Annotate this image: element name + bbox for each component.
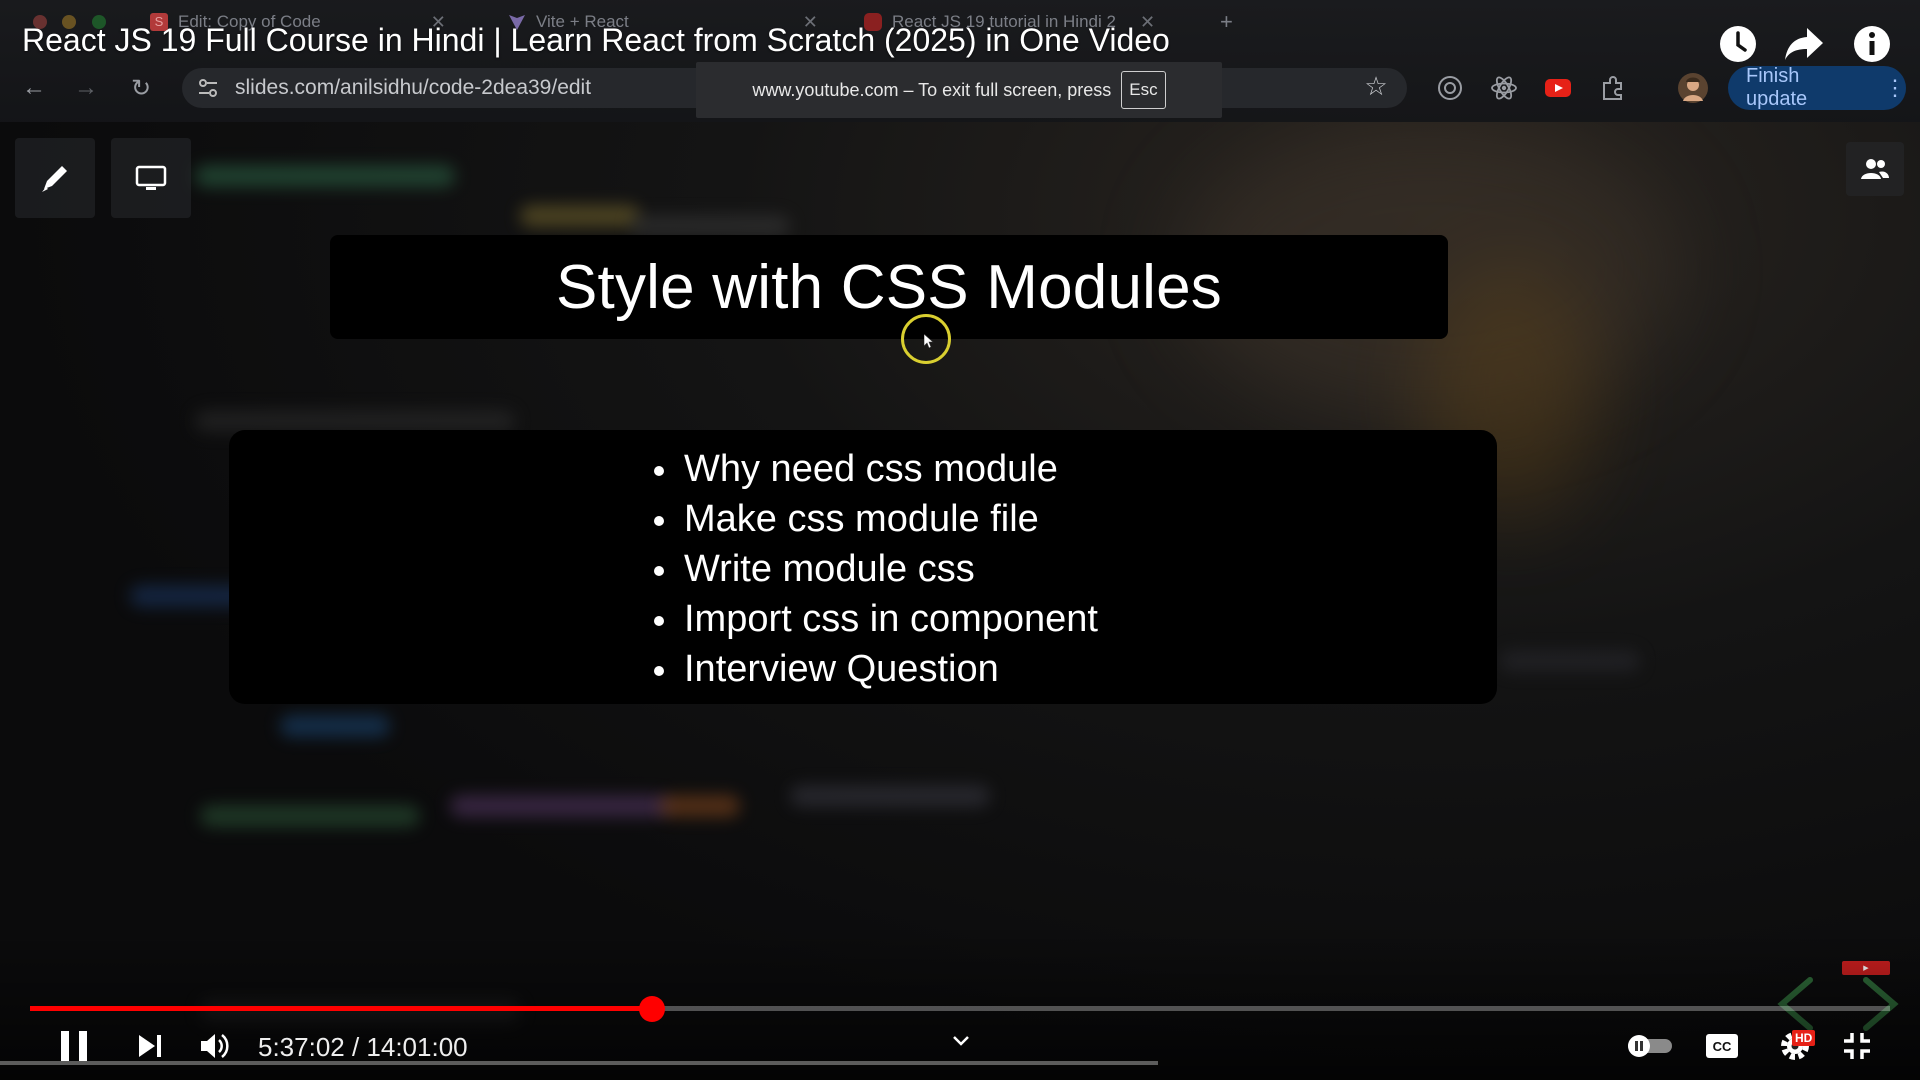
next-video-icon[interactable] — [134, 1026, 166, 1066]
react-devtools-icon[interactable] — [1488, 72, 1520, 104]
reload-icon[interactable]: ↻ — [127, 74, 155, 102]
fullscreen-notice-text: www.youtube.com – To exit full screen, p… — [752, 79, 1112, 100]
captions-icon[interactable]: CC — [1704, 1026, 1740, 1066]
time-display: 5:37:02 / 14:01:00 — [258, 1032, 468, 1062]
buffer-indicator — [0, 1061, 1158, 1065]
url-text[interactable]: slides.com/anilsidhu/code-2dea39/edit — [235, 76, 591, 100]
mouse-pointer-icon — [924, 334, 934, 348]
hd-badge: HD — [1792, 1030, 1816, 1046]
new-tab-button[interactable]: + — [1220, 6, 1233, 38]
info-icon[interactable] — [1850, 22, 1894, 66]
finish-update-button[interactable]: Finish update ⋮ — [1728, 65, 1906, 110]
pause-icon[interactable] — [56, 1026, 92, 1066]
volume-icon[interactable] — [198, 1026, 232, 1066]
progress-bar[interactable] — [30, 996, 1890, 1022]
settings-icon[interactable]: HD — [1774, 1026, 1816, 1066]
more-menu-icon[interactable]: ⋮ — [1884, 75, 1906, 101]
chevron-down-icon[interactable] — [948, 1026, 974, 1056]
slide-title: Style with CSS Modules — [556, 252, 1222, 322]
bullet-item: Make css module file — [654, 494, 1098, 544]
bookmark-star-icon[interactable]: ☆ — [1362, 71, 1390, 101]
present-mode-button[interactable] — [111, 138, 191, 218]
autoplay-toggle[interactable] — [1624, 1026, 1676, 1066]
back-icon[interactable]: ← — [20, 74, 48, 102]
youtube-extension-icon[interactable] — [1542, 72, 1574, 104]
slide-bullet-list: Why need css module Make css module file… — [654, 444, 1098, 694]
watch-later-icon[interactable] — [1716, 22, 1760, 66]
svg-text:CC: CC — [1713, 1039, 1732, 1054]
bullet-item: Import css in component — [654, 594, 1098, 644]
bullet-item: Interview Question — [654, 644, 1098, 694]
forward-icon[interactable]: → — [72, 74, 100, 102]
finish-update-label: Finish update — [1746, 65, 1808, 110]
share-icon[interactable] — [1782, 22, 1826, 66]
extensions-puzzle-icon[interactable] — [1597, 72, 1629, 104]
site-settings-icon[interactable] — [194, 74, 222, 102]
profile-avatar[interactable] — [1677, 72, 1709, 104]
pen-tool-button[interactable] — [15, 138, 95, 218]
exit-fullscreen-icon[interactable] — [1838, 1026, 1876, 1066]
collaborators-icon[interactable] — [1846, 142, 1904, 196]
esc-key-hint: Esc — [1121, 71, 1166, 109]
bullet-item: Write module css — [654, 544, 1098, 594]
progress-played — [30, 1006, 653, 1011]
bullet-item: Why need css module — [654, 444, 1098, 494]
extension-target-icon[interactable] — [1434, 72, 1466, 104]
slide-title-box: Style with CSS Modules — [330, 235, 1448, 339]
fullscreen-notice: www.youtube.com – To exit full screen, p… — [696, 62, 1222, 118]
progress-scrubber[interactable] — [639, 996, 666, 1022]
video-title: React JS 19 Full Course in Hindi | Learn… — [22, 22, 1170, 58]
